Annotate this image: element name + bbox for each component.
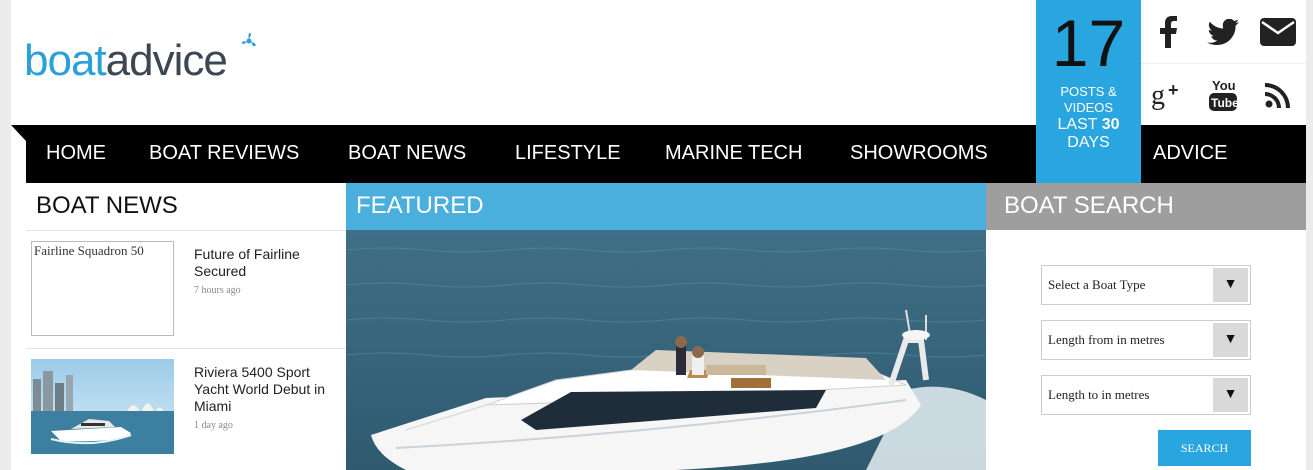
email-link[interactable]	[1251, 0, 1305, 63]
chevron-down-icon[interactable]: ▼	[1213, 268, 1248, 302]
boat-news-heading: BOAT NEWS	[26, 183, 346, 230]
featured-yacht-photo	[346, 230, 986, 470]
counter-line-4: DAYS	[1067, 134, 1110, 151]
nav-fold	[11, 125, 26, 141]
svg-text:You: You	[1212, 78, 1236, 93]
propeller-icon	[241, 32, 256, 47]
news-title[interactable]: Future of Fairline Secured 7 hours ago	[194, 246, 339, 299]
twitter-icon	[1207, 18, 1239, 45]
news-timestamp: 1 day ago	[194, 420, 233, 431]
facebook-link[interactable]	[1141, 0, 1195, 63]
logo-part-boat: boat	[24, 36, 107, 85]
nav-marine-tech[interactable]: MARINE TECH	[665, 125, 802, 183]
posts-count: 17	[1051, 6, 1126, 80]
site-logo[interactable]: boatadvice	[24, 32, 256, 86]
riviera-yacht-image	[31, 359, 174, 454]
logo-part-advice: advice	[105, 36, 228, 85]
rss-link[interactable]	[1251, 63, 1305, 125]
youtube-icon: You Tube	[1209, 78, 1238, 111]
facebook-icon	[1160, 15, 1177, 48]
rss-icon	[1265, 82, 1290, 108]
nav-lifestyle[interactable]: LIFESTYLE	[515, 125, 621, 183]
google-plus-icon: g +	[1151, 80, 1179, 111]
boat-type-select[interactable]: Select a Boat Type ▼	[1041, 265, 1251, 305]
google-plus-link[interactable]: g +	[1141, 63, 1195, 125]
featured-heading: FEATURED	[346, 183, 986, 230]
list-item[interactable]: Riviera 5400 Sport Yacht World Debut in …	[26, 348, 346, 466]
counter-line-3: LAST 30	[1036, 116, 1141, 134]
posts-counter: 17 POSTS & VIDEOS LAST 30 DAYS	[1036, 0, 1141, 183]
boat-type-value: Select a Boat Type	[1048, 277, 1146, 292]
boat-search-heading: BOAT SEARCH	[986, 183, 1306, 230]
svg-text:g: g	[1151, 80, 1165, 111]
news-timestamp: 7 hours ago	[194, 285, 241, 296]
twitter-link[interactable]	[1196, 0, 1250, 63]
youtube-link[interactable]: You Tube	[1196, 63, 1250, 125]
length-from-select[interactable]: Length from in metres ▼	[1041, 320, 1251, 360]
nav-boat-reviews[interactable]: BOAT REVIEWS	[149, 125, 299, 183]
search-button[interactable]: SEARCH	[1158, 430, 1251, 466]
counter-line-1: POSTS &	[1060, 84, 1117, 99]
counter-line-2: VIDEOS	[1063, 100, 1114, 115]
length-to-select[interactable]: Length to in metres ▼	[1041, 375, 1251, 415]
list-item[interactable]: Fairline Squadron 50 Future of Fairline …	[26, 230, 346, 348]
svg-text:+: +	[1168, 80, 1179, 100]
chevron-down-icon[interactable]: ▼	[1213, 378, 1248, 412]
news-thumbnail[interactable]	[31, 359, 174, 454]
news-list: Fairline Squadron 50 Future of Fairline …	[26, 230, 346, 466]
chevron-down-icon[interactable]: ▼	[1213, 323, 1248, 357]
length-to-value: Length to in metres	[1048, 387, 1150, 402]
length-from-value: Length from in metres	[1048, 332, 1165, 347]
nav-home[interactable]: HOME	[46, 125, 106, 183]
news-thumbnail-broken[interactable]: Fairline Squadron 50	[31, 241, 174, 336]
news-title[interactable]: Riviera 5400 Sport Yacht World Debut in …	[194, 364, 339, 434]
news-title-text[interactable]: Riviera 5400 Sport Yacht World Debut in …	[194, 364, 325, 414]
counter-days-number: 30	[1101, 116, 1120, 133]
main-nav: HOME BOAT REVIEWS BOAT NEWS LIFESTYLE MA…	[26, 125, 1036, 183]
featured-image[interactable]	[346, 230, 986, 470]
boat-search-panel: Select a Boat Type ▼ Length from in metr…	[986, 230, 1306, 470]
nav-advice[interactable]: ADVICE	[1153, 125, 1227, 183]
nav-advice-bar: ADVICE	[1141, 125, 1306, 183]
nav-boat-news[interactable]: BOAT NEWS	[348, 125, 466, 183]
nav-showrooms[interactable]: SHOWROOMS	[850, 125, 988, 183]
email-icon	[1260, 17, 1296, 46]
svg-text:Tube: Tube	[1211, 96, 1238, 110]
page: boatadvice 17 POSTS & VIDEOS LAST 30 DAY…	[0, 0, 1313, 470]
counter-last: LAST	[1057, 116, 1098, 133]
news-title-text[interactable]: Future of Fairline Secured	[194, 246, 300, 279]
